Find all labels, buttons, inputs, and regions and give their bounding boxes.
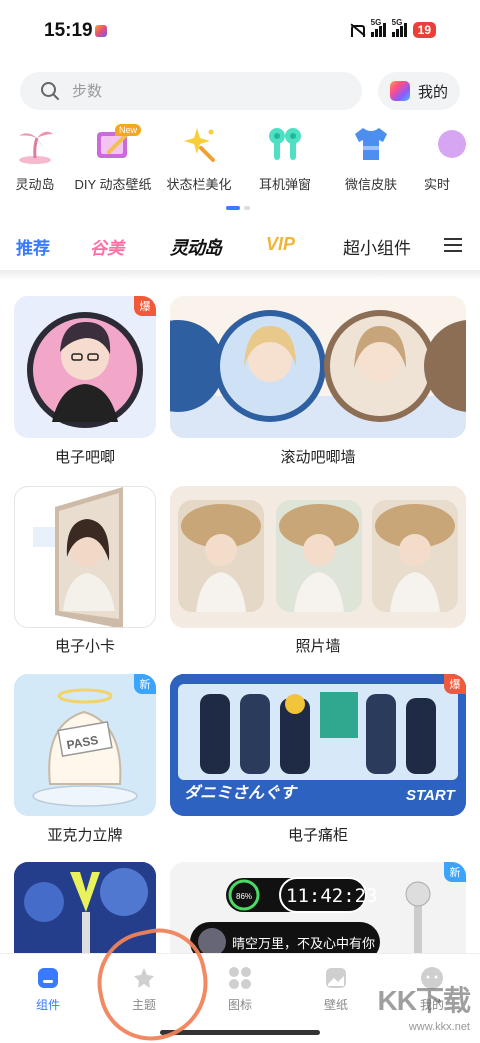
- card-clock-widget[interactable]: 86% 11:42:23 晴空万里，不及心中有你 新: [170, 862, 466, 962]
- card-badge-wall[interactable]: [170, 296, 466, 438]
- palm-tree-icon: [15, 124, 55, 164]
- card-mini-card[interactable]: [14, 486, 156, 628]
- wallpaper-icon: [324, 966, 348, 990]
- battery-indicator: 19: [412, 22, 436, 38]
- tab-glam[interactable]: 谷美: [90, 234, 124, 259]
- card-label: 滚动吧唧墙: [280, 449, 356, 466]
- quick-item-dynamic-island[interactable]: 灵动岛: [0, 124, 70, 194]
- signal-2-icon: 5G: [391, 18, 407, 37]
- banner-text: ダニミさんぐす: [184, 784, 298, 802]
- nav-label: 图标: [227, 998, 252, 1012]
- quick-item-earbuds[interactable]: 耳机弹窗: [242, 124, 328, 194]
- card-label: 照片墙: [295, 638, 341, 655]
- card-photo-wall[interactable]: [170, 486, 466, 628]
- quick-item-label: 微信皮肤: [344, 177, 397, 192]
- search-row: 我的: [20, 72, 460, 110]
- category-tabs: 推荐 谷美 灵动岛 VIP 超小组件: [0, 226, 480, 266]
- tab-mini-widgets[interactable]: 超小组件: [343, 234, 411, 259]
- quick-item-wechat-skin[interactable]: 微信皮肤: [328, 124, 414, 194]
- start-text: START: [406, 787, 456, 804]
- clock-battery-text: 86%: [236, 892, 252, 901]
- hot-badge: 爆: [444, 674, 466, 694]
- tab-divider: [0, 270, 480, 280]
- status-icons: 5G 5G 19: [349, 18, 436, 38]
- photo-wall-image: [170, 486, 466, 628]
- card-label: 电子小卡: [54, 638, 115, 655]
- quick-item-label: DIY 动态壁纸: [74, 177, 152, 192]
- lyric-text: 晴空万里，不及心中有你: [232, 937, 375, 952]
- quick-item-label: 耳机弹窗: [258, 177, 311, 192]
- new-badge: 新: [444, 862, 466, 882]
- tab-recommend[interactable]: 推荐: [16, 234, 50, 259]
- watermark: KK下载 www.kkx.net: [377, 979, 471, 1033]
- mute-icon: [349, 23, 365, 37]
- badge-pin-image: [27, 312, 143, 428]
- nav-widgets[interactable]: 组件: [18, 966, 78, 1013]
- network-type-1: 5G: [370, 18, 382, 27]
- search-icon: [41, 82, 59, 100]
- sparkle-wand-icon: [179, 124, 219, 164]
- status-bar: 15:19 5G 5G 19: [0, 0, 480, 60]
- tshirt-icon: [351, 124, 391, 164]
- card-display-case[interactable]: ダニミさんぐす START 爆: [170, 674, 466, 816]
- menu-icon[interactable]: [444, 238, 462, 252]
- mini-card-image: [33, 487, 123, 627]
- app-logo-icon: [389, 81, 410, 101]
- tab-dynamic-island[interactable]: 灵动岛: [170, 234, 222, 260]
- widgets-icon: [36, 966, 60, 990]
- nav-label: 组件: [35, 998, 60, 1012]
- hot-badge: 爆: [134, 296, 156, 316]
- nav-label: 壁纸: [323, 998, 348, 1012]
- quick-item-label: 实时: [424, 177, 451, 192]
- clock-widget-image: 86% 11:42:23 晴空万里，不及心中有你: [170, 862, 466, 962]
- network-type-2: 5G: [391, 18, 403, 27]
- watermark-url: www.kkx.net: [408, 1021, 470, 1033]
- nav-icons[interactable]: 图标: [210, 966, 270, 1013]
- quick-item-diy-wallpaper[interactable]: New DIY 动态壁纸: [70, 124, 156, 194]
- earbuds-icon: [265, 124, 305, 164]
- page-dot-active: [226, 206, 240, 210]
- icons-grid-icon: [228, 966, 252, 990]
- tab-vip[interactable]: VIP: [266, 234, 295, 255]
- card-badge-pin[interactable]: 爆: [14, 296, 156, 438]
- nav-wallpaper[interactable]: 壁纸: [306, 966, 366, 1013]
- quick-item-partial[interactable]: 实时: [414, 124, 466, 194]
- quick-item-label: 灵动岛: [15, 177, 55, 192]
- card-label: 电子吧唧: [54, 449, 115, 466]
- display-case-image: ダニミさんぐす START: [170, 674, 466, 816]
- app-notification-icon: [95, 25, 107, 37]
- home-indicator[interactable]: [160, 1030, 320, 1035]
- my-button-label: 我的: [417, 83, 448, 101]
- search-bar[interactable]: [20, 72, 362, 110]
- quick-item-label: 状态栏美化: [166, 177, 232, 192]
- new-badge: New: [115, 124, 142, 136]
- quick-item-status-bar[interactable]: 状态栏美化: [156, 124, 242, 194]
- page-dot: [244, 206, 250, 210]
- clock-readout: 11:42:23: [286, 885, 378, 907]
- clock-time: 15:19: [44, 20, 93, 41]
- quick-entry-row: 灵动岛 New DIY 动态壁纸 状态栏美化 耳机弹窗 微信皮肤 实时: [0, 124, 480, 194]
- signal-1-icon: 5G: [370, 18, 386, 37]
- card-acrylic[interactable]: PASS 新: [14, 674, 156, 816]
- partial-icon: [432, 124, 472, 164]
- card-label: 电子痛柜: [287, 827, 348, 844]
- card-label: 亚克力立牌: [47, 827, 123, 844]
- new-badge: 新: [134, 674, 156, 694]
- search-input[interactable]: [72, 82, 272, 100]
- acrylic-stand-image: PASS: [14, 674, 156, 816]
- watermark-logo: KK下载: [377, 985, 471, 1016]
- badge-wall-image: [170, 296, 466, 438]
- my-button[interactable]: 我的: [378, 72, 460, 110]
- page-indicator: [226, 206, 250, 210]
